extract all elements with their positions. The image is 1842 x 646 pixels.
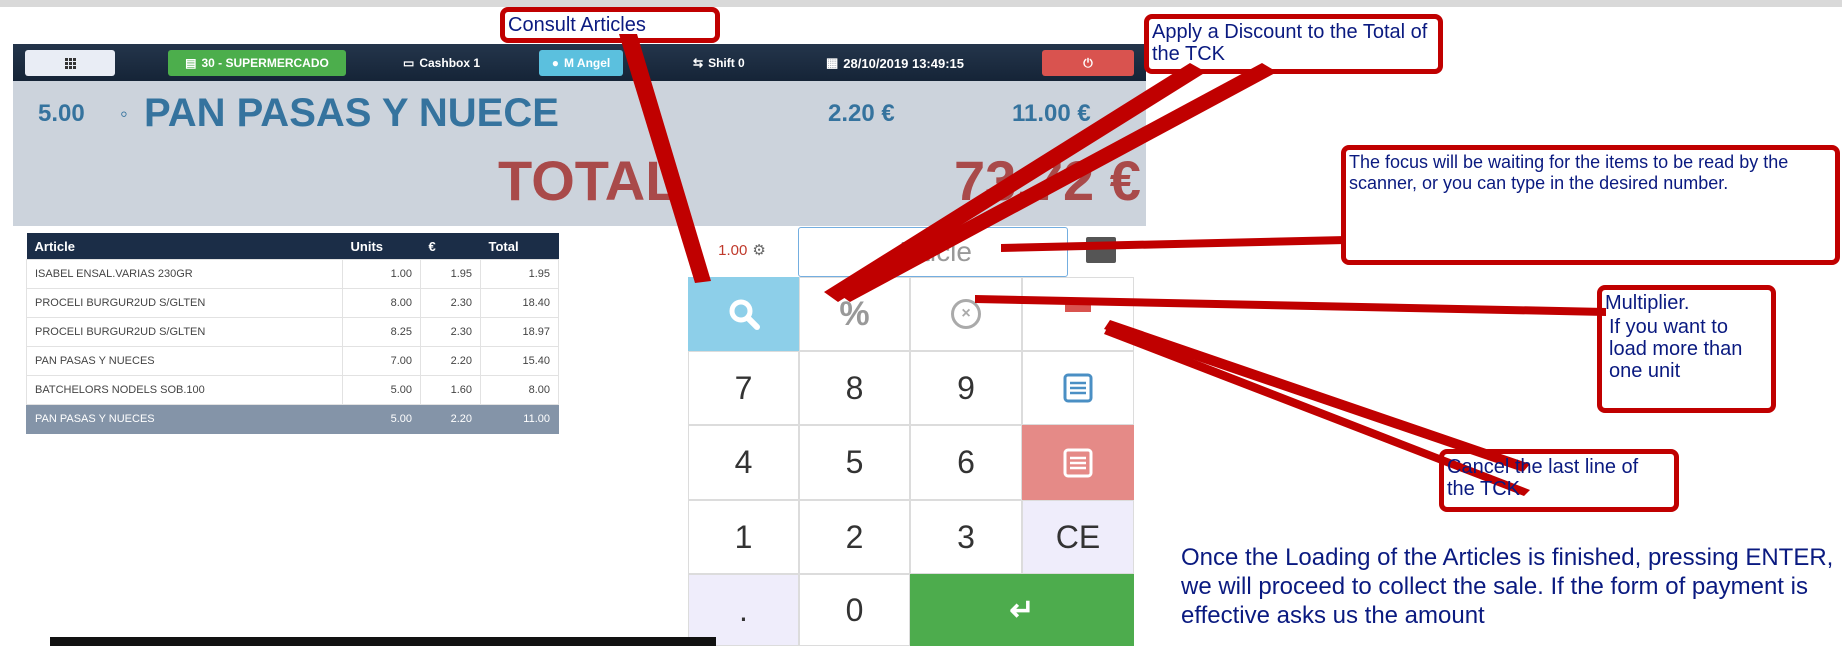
arrow-multiplier (975, 295, 1606, 316)
callout-discount: Apply a Discount to the Total of the TCK (1144, 14, 1443, 74)
callout-focus-text: The focus will be waiting for the items … (1349, 152, 1789, 193)
callout-multiplier-title: Multiplier. (1605, 292, 1690, 314)
arrow-consult (619, 34, 711, 283)
arrow-discount-b (836, 63, 1277, 302)
callout-discount-text: Apply a Discount to the Total of the TCK (1152, 21, 1428, 65)
callout-multiplier: Multiplier. If you want to load more tha… (1597, 285, 1776, 413)
info-text: Once the Loading of the Articles is fini… (1181, 544, 1834, 629)
callout-consult-articles: Consult Articles (500, 7, 720, 43)
callout-consult-text: Consult Articles (508, 14, 646, 36)
callout-multiplier-body: If you want to load more than one unit (1609, 316, 1743, 382)
arrow-discount-a (824, 63, 1206, 302)
arrow-focus (1001, 236, 1346, 252)
callout-cancel-line: Cancel the last line of the TCK (1439, 449, 1679, 512)
callout-cancel-text: Cancel the last line of the TCK (1447, 456, 1639, 500)
callout-focus: The focus will be waiting for the items … (1341, 145, 1840, 265)
